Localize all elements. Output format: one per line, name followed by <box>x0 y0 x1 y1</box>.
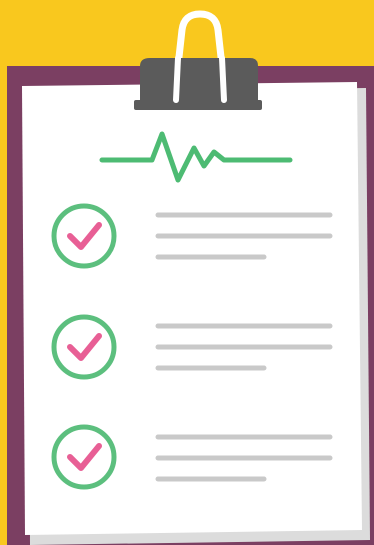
clipboard-svg <box>0 0 374 545</box>
clipboard-checklist-illustration <box>0 0 374 545</box>
